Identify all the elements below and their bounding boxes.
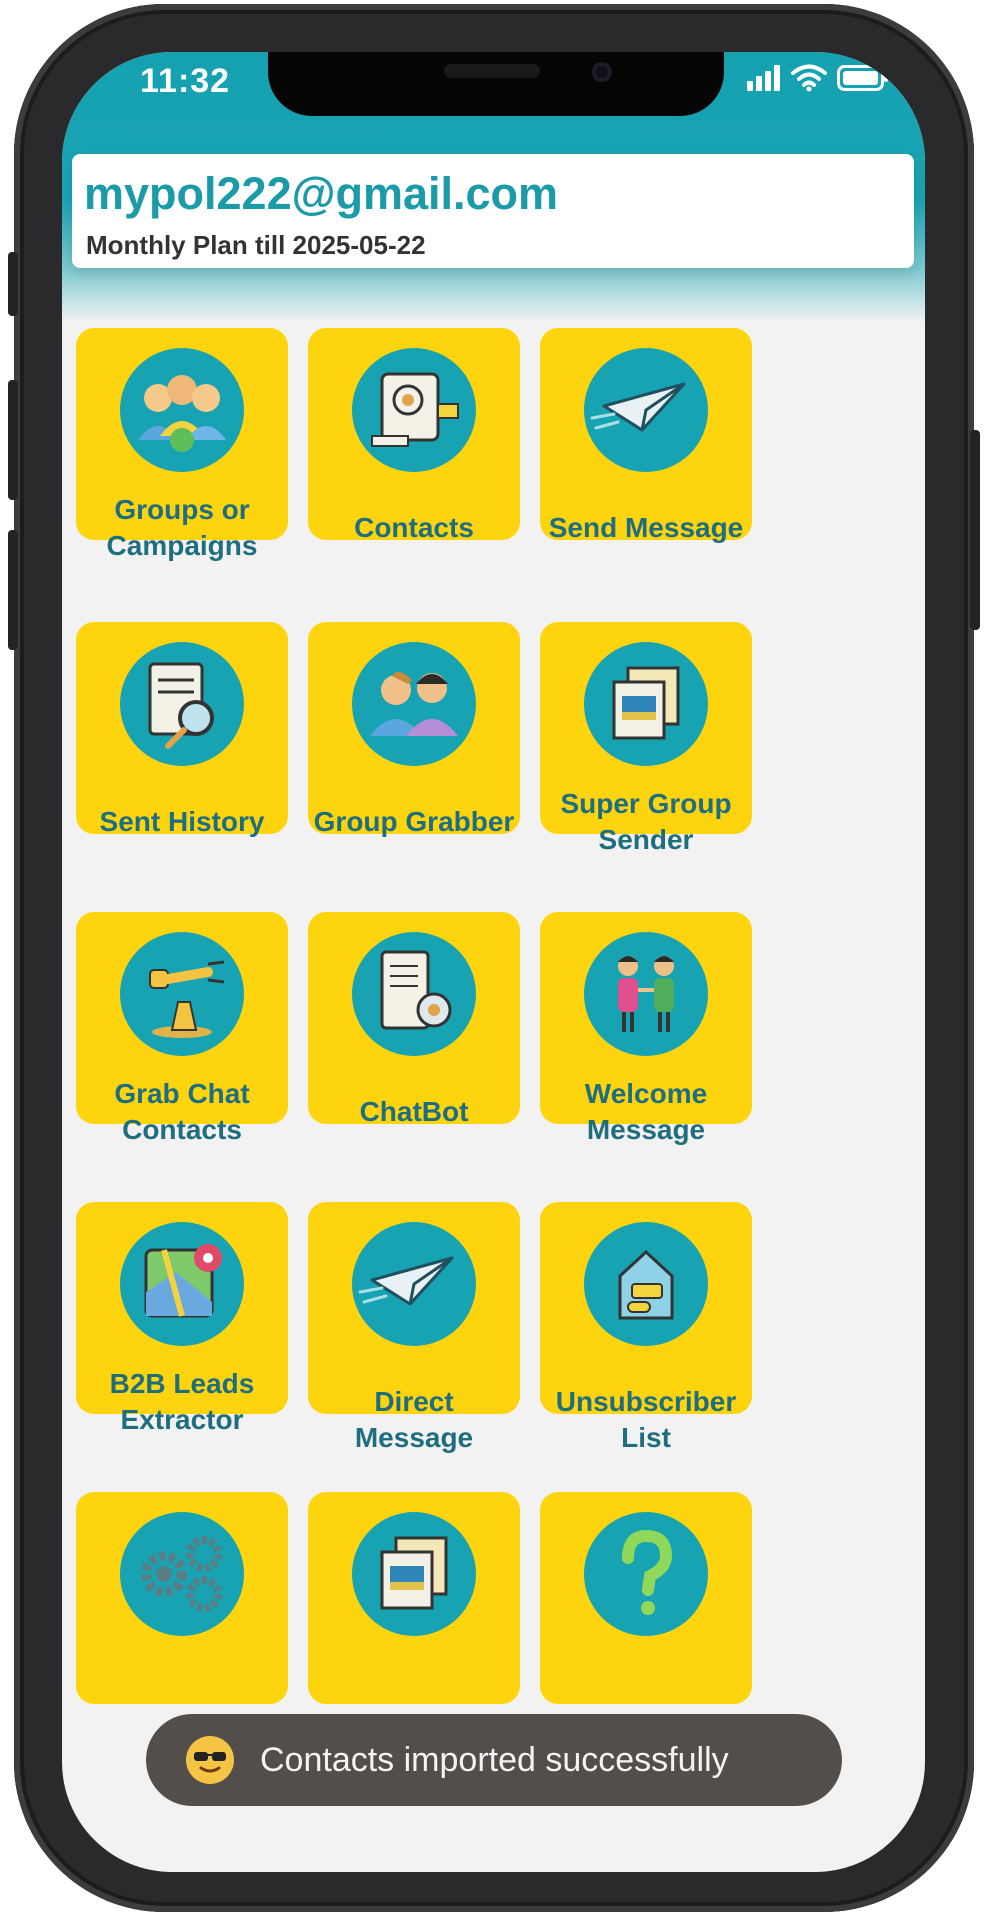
people-group-icon xyxy=(120,348,244,472)
cellular-signal-icon xyxy=(747,65,780,91)
tile-settings[interactable] xyxy=(76,1492,288,1704)
paper-plane-icon xyxy=(352,1222,476,1346)
account-card: mypol222@gmail.com Monthly Plan till 202… xyxy=(72,154,914,268)
robot-arm-icon xyxy=(120,932,244,1056)
battery-icon xyxy=(837,65,888,91)
tile-label: Unsubscriber List xyxy=(555,1386,737,1453)
toast-notification: Contacts imported successfully xyxy=(146,1714,842,1806)
greeting-people-icon xyxy=(584,932,708,1056)
speaker-grille xyxy=(444,64,540,78)
tile-groups-campaigns[interactable]: Groups or Campaigns xyxy=(76,328,288,561)
sunglasses-face-icon xyxy=(186,1736,234,1784)
tile-b2b-leads-extractor[interactable]: B2B Leads Extractor xyxy=(76,1202,288,1435)
tile-chatbot[interactable]: ChatBot xyxy=(308,912,520,1127)
account-email: mypol222@gmail.com xyxy=(84,168,559,219)
tile-super-group-sender[interactable]: Super Group Sender xyxy=(540,622,752,855)
document-search-icon xyxy=(120,642,244,766)
tile-sent-history[interactable]: Sent History xyxy=(76,622,288,837)
tile-label: Groups or Campaigns xyxy=(106,494,258,561)
volume-up-button xyxy=(8,380,18,500)
power-button xyxy=(970,430,980,630)
contact-card-icon xyxy=(352,348,476,472)
tile-label: Super Group Sender xyxy=(560,788,732,855)
status-icons xyxy=(747,64,889,92)
stacked-documents-icon xyxy=(584,642,708,766)
chatbot-document-icon xyxy=(352,932,476,1056)
status-time: 11:32 xyxy=(140,62,231,100)
app-screen: 11:32 mypol222@gmail.com Monthly Plan ti… xyxy=(62,52,925,1872)
tile-unsubscriber-list[interactable]: Unsubscriber List xyxy=(540,1202,752,1453)
tile-label: B2B Leads Extractor xyxy=(109,1368,255,1435)
mute-switch xyxy=(8,252,18,316)
gears-icon xyxy=(120,1512,244,1636)
tile-send-message[interactable]: Send Message xyxy=(540,328,752,543)
question-mark-icon xyxy=(584,1512,708,1636)
front-camera xyxy=(592,62,612,82)
map-pin-icon xyxy=(120,1222,244,1346)
tile-help[interactable] xyxy=(540,1492,752,1704)
wifi-icon xyxy=(791,64,827,92)
tile-grab-chat-contacts[interactable]: Grab Chat Contacts xyxy=(76,912,288,1145)
two-people-icon xyxy=(352,642,476,766)
toast-message: Contacts imported successfully xyxy=(260,1740,729,1779)
tile-group-grabber[interactable]: Group Grabber xyxy=(308,622,520,837)
tile-label: Grab Chat Contacts xyxy=(114,1078,250,1145)
tile-label: ChatBot xyxy=(359,1096,469,1127)
paper-plane-icon xyxy=(584,348,708,472)
subscription-plan: Monthly Plan till 2025-05-22 xyxy=(86,230,426,260)
volume-down-button xyxy=(8,530,18,650)
tile-label: Group Grabber xyxy=(313,806,515,837)
tile-templates[interactable] xyxy=(308,1492,520,1704)
tile-label: Welcome Message xyxy=(584,1078,708,1145)
tile-direct-message[interactable]: Direct Message xyxy=(308,1202,520,1453)
notch xyxy=(268,52,724,116)
tile-label: Contacts xyxy=(354,512,474,543)
stacked-documents-icon xyxy=(352,1512,476,1636)
tile-welcome-message[interactable]: Welcome Message xyxy=(540,912,752,1145)
tile-label: Send Message xyxy=(548,512,744,543)
tile-contacts[interactable]: Contacts xyxy=(308,328,520,543)
tile-label: Sent History xyxy=(99,806,265,837)
house-box-icon xyxy=(584,1222,708,1346)
tile-label: Direct Message xyxy=(354,1386,474,1453)
